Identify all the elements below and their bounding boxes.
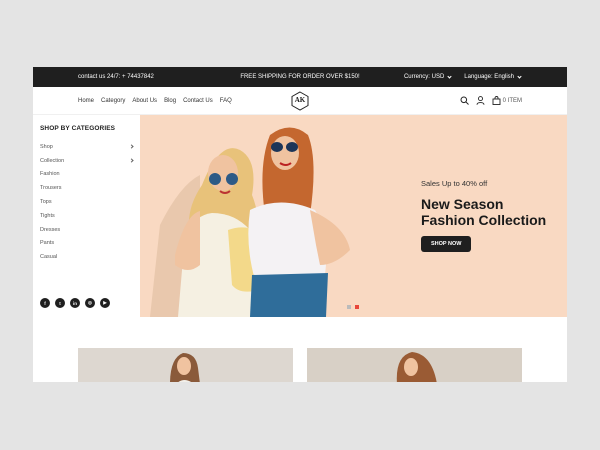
chevron-down-icon [447,73,452,79]
currency-dropdown[interactable]: Currency: USD [403,73,452,80]
product-image [78,348,293,382]
chevron-down-icon [517,73,522,79]
category-item-tights[interactable]: Tights [40,209,133,223]
hero-title-line2: Fashion Collection [421,212,547,228]
cart-count: 0 ITEM [502,97,522,104]
category-label: Pants [40,240,55,247]
category-item-tops[interactable]: Tops [40,195,133,209]
chevron-right-icon [129,158,134,163]
category-item-pants[interactable]: Pants [40,237,133,251]
page-frame: contact us 24/7: + 74437842 FREE SHIPPIN… [33,67,567,382]
slider-dots [347,305,359,309]
hero-banner: Sales Up to 40% off New Season Fashion C… [140,115,567,317]
language-label: Language: English [464,74,514,80]
chevron-right-icon [129,144,134,150]
category-label: Dresses [40,226,61,233]
nav-menu: Home Category About Us Blog Contact Us F… [78,98,232,104]
category-label: Tights [40,212,55,219]
category-label: Casual [40,254,58,261]
shop-now-button[interactable]: SHOP NOW [421,236,472,252]
facebook-icon[interactable]: f [40,298,50,308]
hero-text: Sales Up to 40% off New Season Fashion C… [421,179,546,252]
category-label: Fashion [40,171,60,178]
twitter-icon[interactable]: t [55,298,65,308]
category-item-dresses[interactable]: Dresses [40,223,133,237]
top-bar: contact us 24/7: + 74437842 FREE SHIPPIN… [33,67,567,87]
hero-title-line1: New Season [421,196,504,212]
nav-home[interactable]: Home [78,98,94,104]
instagram-icon[interactable]: ◎ [85,298,95,308]
site-logo[interactable]: AK [290,91,310,111]
main-nav: Home Category About Us Blog Contact Us F… [33,87,567,115]
sidebar-title: SHOP BY CATEGORIES [40,125,116,132]
product-card[interactable] [78,348,293,382]
nav-about-us[interactable]: About Us [132,98,157,104]
nav-contact-us[interactable]: Contact Us [183,98,213,104]
category-label: Shop [40,143,53,150]
search-icon[interactable] [460,96,469,105]
currency-label: Currency: USD [403,74,445,80]
youtube-icon[interactable]: ▶ [100,298,110,308]
cart-button[interactable]: 0 ITEM [492,96,522,105]
nav-faq[interactable]: FAQ [220,98,232,104]
category-item-fashion[interactable]: Fashion [40,168,133,182]
social-links: f t in ◎ ▶ [40,298,110,308]
slide-dot-1[interactable] [347,305,351,309]
category-label: Tops [40,199,52,206]
sale-text: Sales Up to 40% off [421,179,488,188]
nav-category[interactable]: Category [101,98,125,104]
category-list: Shop Collection Fashion Trousers Tops Ti… [40,140,134,264]
category-label: Trousers [40,185,62,192]
language-dropdown[interactable]: Language: English [464,73,522,80]
category-item-casual[interactable]: Casual [40,250,133,264]
category-item-shop[interactable]: Shop [40,140,134,154]
linkedin-icon[interactable]: in [70,298,80,308]
nav-blog[interactable]: Blog [164,98,176,104]
slide-dot-2[interactable] [355,305,359,309]
product-card[interactable] [307,348,522,382]
user-icon[interactable] [476,96,485,105]
product-image [307,348,522,382]
logo-text: AK [294,96,306,104]
category-sidebar: SHOP BY CATEGORIES Shop Collection Fashi… [33,115,140,317]
shopping-bag-icon [492,96,501,105]
contact-text: contact us 24/7: + 74437842 [78,74,154,80]
category-item-trousers[interactable]: Trousers [40,181,133,195]
category-item-collection[interactable]: Collection [40,154,134,168]
category-label: Collection [40,157,65,164]
